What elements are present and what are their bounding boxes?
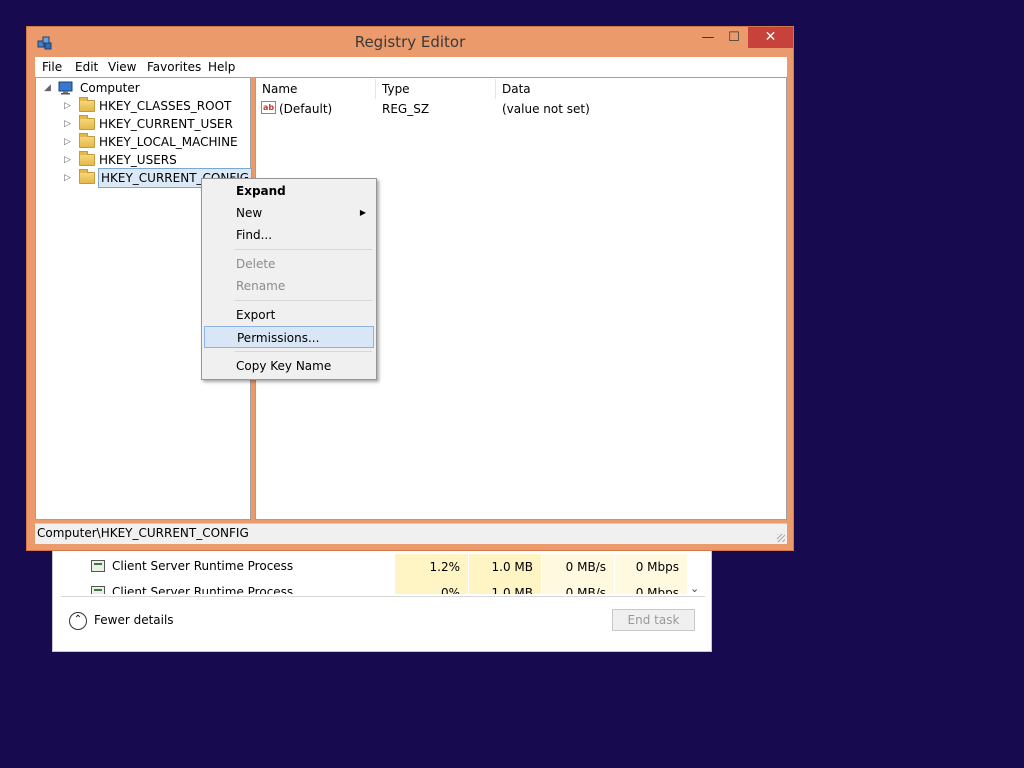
menu-favorites[interactable]: Favorites (147, 59, 201, 75)
menu-separator (234, 249, 372, 250)
string-value-icon: ab (261, 101, 276, 114)
status-path: Computer\HKEY_CURRENT_CONFIG (37, 526, 249, 540)
menu-view[interactable]: View (108, 59, 136, 75)
tree-root-label: Computer (80, 81, 140, 95)
process-name: Client Server Runtime Process (112, 585, 294, 594)
value-data: (value not set) (502, 102, 590, 116)
memory-cell: 1.0 MB (469, 580, 541, 594)
menu-item-new[interactable]: New ▶ (204, 202, 374, 224)
tree-key-label: HKEY_LOCAL_MACHINE (99, 135, 238, 149)
disk-cell: 0 MB/s (542, 554, 614, 580)
submenu-arrow-icon: ▶ (359, 208, 366, 217)
tree-key-label: HKEY_CURRENT_USER (99, 117, 233, 131)
expand-arrow-icon[interactable]: ▷ (64, 169, 71, 187)
expand-arrow-icon[interactable]: ▷ (64, 115, 71, 133)
value-type: REG_SZ (382, 102, 430, 116)
menu-file[interactable]: File (42, 59, 62, 75)
tree-key-hkcu[interactable]: ▷ HKEY_CURRENT_USER (64, 115, 244, 133)
scroll-down-icon[interactable]: ⌄ (690, 582, 699, 595)
folder-icon (79, 115, 95, 130)
close-button[interactable]: ✕ (748, 27, 793, 48)
menu-item-find[interactable]: Find... (204, 224, 374, 246)
task-manager-footer: ⌃ Fewer details End task (61, 596, 705, 645)
menu-bar: File Edit View Favorites Help (35, 57, 787, 77)
context-menu: Expand New ▶ Find... Delete Rename Expor… (201, 178, 377, 380)
status-bar: Computer\HKEY_CURRENT_CONFIG (35, 523, 787, 544)
tree-key-label: HKEY_USERS (99, 153, 177, 167)
computer-icon (58, 81, 73, 95)
menu-item-expand[interactable]: Expand (204, 180, 374, 202)
registry-editor-window: Registry Editor — ☐ ✕ File Edit View Fav… (26, 26, 794, 551)
tree-key-hku[interactable]: ▷ HKEY_USERS (64, 151, 244, 169)
menu-separator (234, 300, 372, 301)
menu-help[interactable]: Help (208, 59, 235, 75)
folder-icon (79, 151, 95, 166)
folder-icon (79, 133, 95, 148)
menu-item-export[interactable]: Export (204, 304, 374, 326)
expand-arrow-icon[interactable]: ▷ (64, 151, 71, 169)
tree-key-label: HKEY_CLASSES_ROOT (99, 99, 232, 113)
resize-grip-icon[interactable] (777, 534, 785, 542)
expand-arrow-icon[interactable]: ▷ (64, 133, 71, 151)
cpu-cell: 1.2% (395, 554, 468, 580)
fewer-details-link[interactable]: Fewer details (94, 613, 174, 627)
minimize-button[interactable]: — (695, 27, 721, 48)
chevron-up-icon[interactable]: ⌃ (69, 612, 87, 630)
tree-key-hklm[interactable]: ▷ HKEY_LOCAL_MACHINE (64, 133, 244, 151)
process-icon (91, 586, 105, 594)
cpu-cell: 0% (395, 580, 468, 594)
menu-item-delete[interactable]: Delete (204, 253, 374, 275)
folder-icon (79, 97, 95, 112)
maximize-button[interactable]: ☐ (721, 27, 747, 48)
menu-item-rename[interactable]: Rename (204, 275, 374, 297)
menu-item-copy-key-name[interactable]: Copy Key Name (204, 355, 374, 377)
network-cell: 0 Mbps (615, 554, 687, 580)
memory-cell: 1.0 MB (469, 554, 541, 580)
menu-separator (234, 351, 372, 352)
process-row[interactable]: Client Server Runtime Process 0% 1.0 MB … (61, 580, 701, 594)
menu-item-permissions[interactable]: Permissions... (204, 326, 374, 348)
column-header-data[interactable]: Data (496, 79, 786, 99)
menu-edit[interactable]: Edit (75, 59, 98, 75)
process-row[interactable]: Client Server Runtime Process 1.2% 1.0 M… (61, 554, 701, 580)
disk-cell: 0 MB/s (542, 580, 614, 594)
folder-icon (79, 169, 95, 184)
process-icon (91, 560, 105, 572)
network-cell: 0 Mbps (615, 580, 687, 594)
task-manager-window: Client Server Runtime Process 1.2% 1.0 M… (52, 545, 712, 652)
expand-arrow-icon[interactable]: ▷ (64, 97, 71, 115)
window-title: Registry Editor (354, 33, 466, 51)
process-name: Client Server Runtime Process (112, 559, 294, 573)
collapse-arrow-icon[interactable]: ◢ (44, 79, 51, 97)
tree-key-hkcr[interactable]: ▷ HKEY_CLASSES_ROOT (64, 97, 244, 115)
end-task-button[interactable]: End task (612, 609, 695, 631)
column-header-name[interactable]: Name (256, 79, 376, 99)
menu-item-new-label: New (236, 206, 263, 220)
column-header-type[interactable]: Type (376, 79, 496, 99)
value-name[interactable]: (Default) (279, 100, 332, 118)
